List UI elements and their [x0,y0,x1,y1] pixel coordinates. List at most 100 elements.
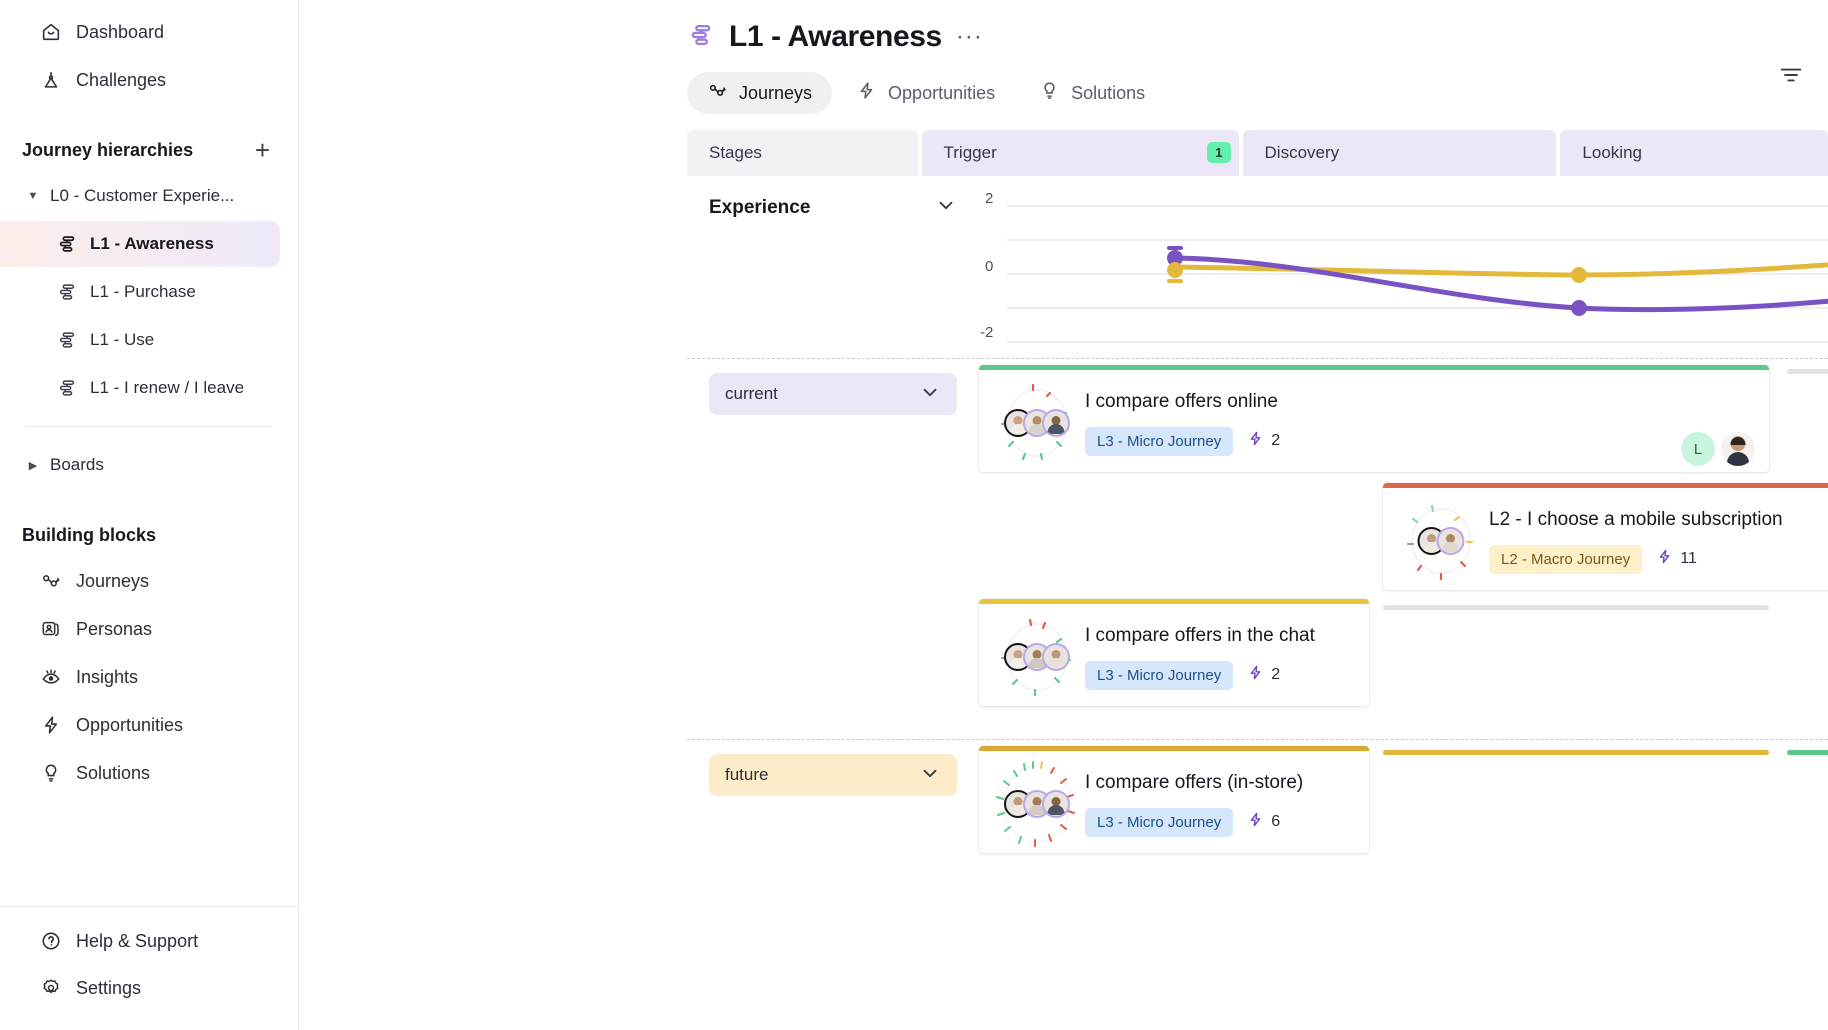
sidebar-item-challenges[interactable]: Challenges [18,57,280,103]
page-header: L1 - Awareness ··· Journeys Opportunitie… [299,0,1828,114]
stage-label: Trigger [943,143,997,162]
avatar-group[interactable] [1004,409,1070,437]
count-value: 6 [1271,813,1281,830]
sidebar-item-personas[interactable]: Personas [18,606,280,652]
experience-chart: 2 0 -2 [979,176,1828,358]
journey-card-compare-offers-online[interactable]: I compare offers online L3 - Micro Journ… [979,365,1769,472]
avatar [1042,790,1070,818]
tree-item-l0-customer-experience[interactable]: ▼ L0 - Customer Experie... [0,173,280,219]
bolt-icon [856,80,877,106]
tab-label: Opportunities [888,82,996,103]
experience-row-header: Experience [687,176,979,358]
tree-item-label: L0 - Customer Experie... [50,186,235,205]
sidebar-item-boards[interactable]: ▶ Boards [0,442,280,488]
challenges-icon [40,69,62,91]
sidebar-item-label: Personas [76,618,153,639]
sidebar-item-label: Settings [76,977,142,998]
stage-header-stages: Stages [687,130,918,176]
bolt-icon [40,714,62,736]
card-tag[interactable]: L3 - Micro Journey [1085,660,1234,690]
card-track-placeholder [1787,369,1828,374]
y-tick-2: 2 [985,190,994,207]
journey-card-compare-offers-instore[interactable]: I compare offers (in-store) L3 - Micro J… [979,746,1369,853]
chevron-down-icon[interactable] [935,194,957,222]
tab-label: Journeys [739,82,813,103]
stage-header-trigger[interactable]: Trigger 1 [921,130,1239,176]
stage-header-looking[interactable]: Looking [1560,130,1828,176]
gear-icon [40,977,62,999]
journey-card-l2-mobile-subscription[interactable]: L2 - I choose a mobile subscription L2 -… [1383,483,1828,590]
lane-future-cards: I compare offers (in-store) L3 - Micro J… [979,740,1828,940]
lightbulb-icon [1039,80,1060,106]
card-title: I compare offers online [1085,390,1278,412]
card-meta: L3 - Micro Journey 2 [1085,426,1753,456]
avatar [1436,527,1465,555]
page-menu-button[interactable]: ··· [956,24,983,49]
lane-current-header: current [687,359,979,739]
journeys-icon [707,80,728,106]
card-track-placeholder [1787,750,1828,755]
tab-solutions[interactable]: Solutions [1019,72,1165,114]
journey-hierarchy-icon [687,21,715,54]
sidebar: Dashboard Challenges Journey hierarchies… [0,0,299,1030]
sidebar-item-l1-purchase[interactable]: L1 - Purchase [0,269,280,315]
lane-state-select-current[interactable]: current [709,373,957,415]
sidebar-item-solutions[interactable]: Solutions [18,750,280,796]
card-title: I compare offers in the chat [1085,624,1315,646]
journey-card-compare-offers-chat[interactable]: I compare offers in the chat L3 - Micro … [979,599,1369,706]
sentiment-ring [1393,498,1489,584]
card-title: I compare offers (in-store) [1085,771,1304,793]
stage-label: Looking [1582,143,1642,162]
status-badge: 1 [1207,142,1231,163]
sidebar-item-journeys[interactable]: Journeys [18,558,280,604]
avatar [1042,409,1070,437]
chevron-right-icon[interactable]: ▶ [26,459,40,472]
sidebar-item-insights[interactable]: Insights [18,654,280,700]
card-text: I compare offers (in-store) L3 - Micro J… [1085,772,1353,837]
card-tag[interactable]: L3 - Micro Journey [1085,807,1234,837]
bolt-icon [1247,430,1264,452]
lane-future-header: future [687,740,979,940]
sidebar-item-opportunities[interactable]: Opportunities [18,702,280,748]
help-circle-icon [40,930,62,952]
card-assignees[interactable]: L [1681,432,1755,466]
section-title: Journey hierarchies [22,139,194,160]
stage-header-discovery[interactable]: Discovery [1242,130,1557,176]
avatar-group[interactable] [1004,790,1070,818]
tab-opportunities[interactable]: Opportunities [836,72,1015,114]
app-root: Dashboard Challenges Journey hierarchies… [0,0,1828,1030]
chevron-down-icon[interactable] [919,381,941,408]
journey-hierarchy-icon [56,329,78,351]
sidebar-item-l1-awareness[interactable]: L1 - Awareness [0,221,280,267]
stage-label: Stages [709,143,762,162]
card-title: L2 - I choose a mobile subscription [1489,508,1783,530]
sidebar-item-help-support[interactable]: Help & Support [18,918,280,964]
filter-icon[interactable] [1778,62,1804,93]
sidebar-item-label: Journeys [76,570,150,591]
avatar-group[interactable] [1417,527,1465,555]
experience-label: Experience [709,197,811,218]
card-tag[interactable]: L3 - Micro Journey [1085,426,1234,456]
sidebar-footer: Help & Support Settings [0,906,298,1030]
card-text: I compare offers online L3 - Micro Journ… [1085,391,1753,456]
sidebar-item-dashboard[interactable]: Dashboard [18,9,280,55]
count-value: 2 [1271,432,1281,449]
journey-hierarchy-icon [56,377,78,399]
tab-journeys[interactable]: Journeys [687,72,833,114]
tab-bar: Journeys Opportunities Solutions [687,72,1828,114]
add-hierarchy-button[interactable]: + [255,137,270,163]
journey-hierarchy-icon [56,233,78,255]
sidebar-item-label: L1 - Awareness [90,234,214,253]
sidebar-item-label: Insights [76,666,139,687]
sidebar-item-settings[interactable]: Settings [18,965,280,1011]
card-tag[interactable]: L2 - Macro Journey [1489,544,1643,574]
count-value: 11 [1680,550,1697,567]
avatar-group[interactable] [1004,643,1070,671]
chevron-down-icon[interactable] [919,762,941,789]
lane-state-select-future[interactable]: future [709,754,957,796]
sidebar-item-l1-renew-leave[interactable]: L1 - I renew / I leave [0,365,280,411]
chevron-down-icon[interactable]: ▼ [26,190,40,202]
experience-toggle[interactable]: Experience [709,194,957,222]
sidebar-item-l1-use[interactable]: L1 - Use [0,317,280,363]
